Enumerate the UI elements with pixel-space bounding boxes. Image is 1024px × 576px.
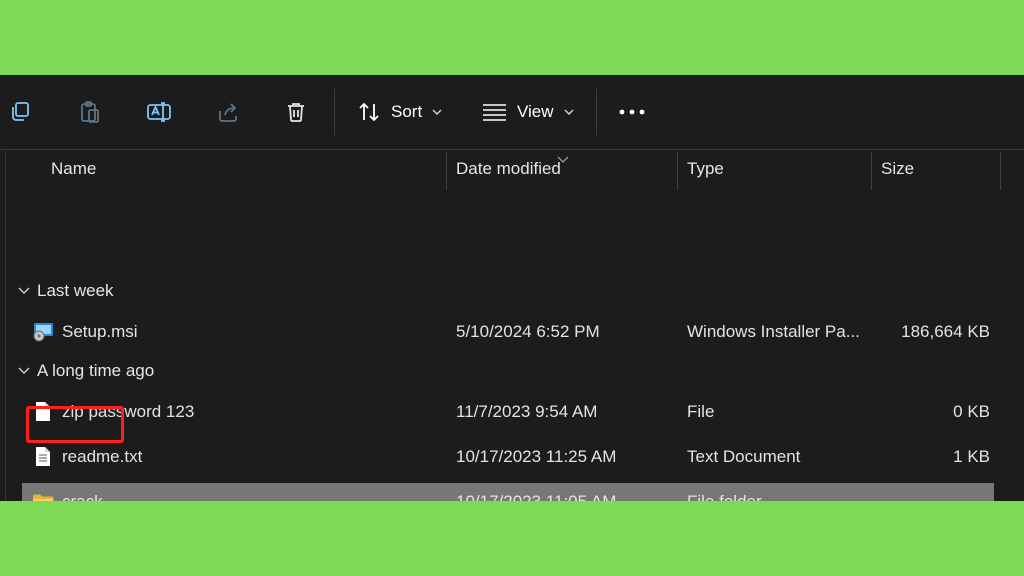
file-explorer-window: Sort View Name Date modified Type Size L… [0, 75, 1024, 501]
share-button[interactable] [216, 75, 242, 149]
column-divider[interactable] [446, 152, 447, 190]
file-size: 186,664 KB [901, 321, 990, 341]
file-name: Setup.msi [62, 321, 138, 341]
file-row-selected[interactable]: crack 10/17/2023 11:05 AM File folder [22, 483, 994, 501]
file-list: Name Date modified Type Size Last week S… [0, 150, 1024, 501]
group-header-a-long-time-ago[interactable]: A long time ago [18, 356, 154, 386]
command-bar: Sort View [0, 75, 1024, 150]
column-header-type[interactable]: Type [687, 150, 724, 188]
file-row[interactable]: zip password 123 11/7/2023 9:54 AM File … [22, 393, 994, 430]
delete-button[interactable] [284, 75, 308, 149]
sort-button[interactable]: Sort [357, 75, 442, 149]
share-icon [216, 100, 240, 124]
file-date: 5/10/2024 6:52 PM [456, 321, 600, 341]
chevron-down-icon [564, 109, 574, 115]
file-row[interactable]: readme.txt 10/17/2023 11:25 AM Text Docu… [22, 438, 994, 475]
file-name-cell: crack [32, 483, 103, 501]
paste-icon [78, 100, 102, 124]
file-name: zip password 123 [62, 401, 195, 421]
view-icon [482, 103, 507, 121]
column-divider[interactable] [1000, 152, 1001, 190]
paste-button[interactable] [78, 75, 104, 149]
file-date: 11/7/2023 9:54 AM [456, 401, 598, 421]
file-type: File [687, 401, 715, 421]
copy-button[interactable] [8, 75, 34, 149]
column-header-name[interactable]: Name [51, 150, 96, 188]
file-name-cell: Setup.msi [32, 313, 138, 350]
group-header-last-week[interactable]: Last week [18, 276, 114, 306]
file-size: 0 KB [953, 401, 990, 421]
column-divider[interactable] [677, 152, 678, 190]
file-date: 10/17/2023 11:05 AM [456, 491, 617, 502]
chevron-down-icon [18, 367, 30, 374]
file-type: Windows Installer Pa... [687, 321, 860, 341]
more-options-button[interactable] [619, 75, 645, 149]
file-date: 10/17/2023 11:25 AM [456, 446, 617, 466]
file-name: crack [62, 491, 103, 502]
file-type: File folder [687, 491, 762, 502]
sort-label: Sort [391, 102, 423, 121]
chevron-down-icon [18, 287, 30, 294]
column-divider[interactable] [871, 152, 872, 190]
folder-icon [32, 491, 54, 501]
rename-icon [146, 100, 172, 124]
sort-icon [357, 101, 381, 123]
rename-button[interactable] [146, 75, 172, 149]
column-header-date[interactable]: Date modified [456, 150, 561, 188]
column-header-size[interactable]: Size [881, 150, 914, 188]
view-button[interactable]: View [482, 75, 574, 149]
file-size [872, 483, 990, 501]
file-name: readme.txt [62, 446, 143, 466]
copy-icon [8, 100, 32, 124]
delete-icon [284, 100, 308, 124]
installer-icon [32, 321, 54, 343]
pane-border [5, 150, 6, 501]
file-name-cell: readme.txt [32, 438, 142, 475]
group-label: Last week [37, 281, 114, 300]
text-file-icon [32, 446, 54, 468]
group-label: A long time ago [37, 361, 155, 380]
view-label: View [517, 102, 554, 121]
file-size: 1 KB [953, 446, 990, 466]
file-type: Text Document [687, 446, 801, 466]
toolbar-separator [334, 89, 335, 135]
chevron-down-icon [432, 109, 442, 115]
file-icon [32, 401, 54, 423]
file-row[interactable]: Setup.msi 5/10/2024 6:52 PM Windows Inst… [22, 313, 994, 350]
more-options-icon [619, 109, 645, 115]
toolbar-separator [596, 89, 597, 135]
file-name-cell: zip password 123 [32, 393, 194, 430]
